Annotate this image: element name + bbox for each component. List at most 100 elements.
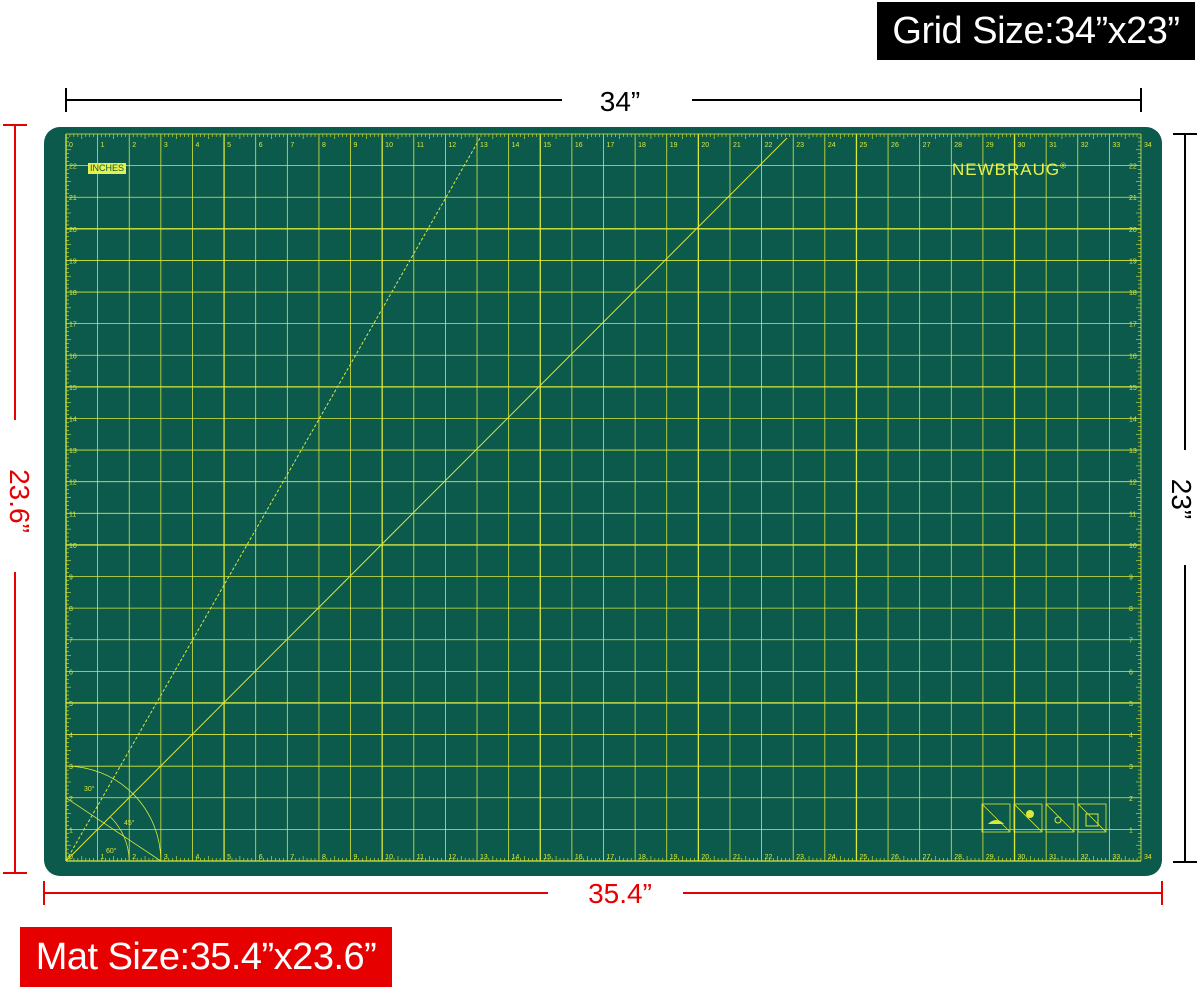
ruler-number-left: 12	[69, 480, 77, 487]
ruler-number-left: 10	[69, 543, 77, 550]
ruler-number-left: 1	[69, 827, 73, 834]
ruler-number-top: 20	[701, 142, 709, 149]
ruler-number-right: 16	[1129, 353, 1137, 360]
ruler-number-top: 19	[670, 142, 678, 149]
ruler-number-left: 20	[69, 227, 77, 234]
ruler-number-top: 15	[543, 142, 551, 149]
ruler-number-bottom: 15	[543, 854, 551, 861]
ruler-number-bottom: 11	[417, 854, 424, 861]
ruler-number-right: 13	[1129, 448, 1137, 455]
mat-board	[44, 127, 1162, 876]
ruler-number-bottom: 28	[954, 854, 962, 861]
ruler-number-top: 31	[1049, 142, 1057, 149]
ruler-number-top: 6	[259, 142, 263, 149]
ruler-number-bottom: 23	[796, 854, 804, 861]
ruler-number-bottom: 2	[132, 854, 136, 861]
ruler-number-top: 29	[986, 142, 994, 149]
ruler-number-right: 17	[1129, 322, 1137, 329]
ruler-number-bottom: 24	[828, 854, 836, 861]
ruler-number-top: 16	[575, 142, 583, 149]
ruler-number-top: 30	[1018, 142, 1026, 149]
ruler-number-top: 34	[1144, 142, 1152, 149]
ruler-number-top: 27	[923, 142, 931, 149]
ruler-number-top: 18	[638, 142, 646, 149]
ruler-number-right: 8	[1129, 606, 1133, 613]
ruler-number-right: 5	[1129, 701, 1133, 708]
cutting-mat-illustration: 0011223344556677889910101111121213131414…	[3, 88, 1197, 905]
icon-shape	[1026, 810, 1034, 818]
mat-size-badge: Mat Size:35.4”x23.6”	[20, 927, 392, 987]
ruler-number-right: 12	[1129, 480, 1137, 487]
ruler-number-top: 26	[891, 142, 899, 149]
ruler-number-bottom: 27	[923, 854, 931, 861]
ruler-number-bottom: 16	[575, 854, 583, 861]
ruler-number-bottom: 21	[733, 854, 741, 861]
ruler-number-right: 19	[1129, 258, 1137, 265]
ruler-number-bottom: 4	[195, 854, 199, 861]
ruler-number-right: 4	[1129, 733, 1133, 740]
ruler-number-left: 7	[69, 638, 73, 645]
ruler-number-right: 11	[1129, 511, 1136, 518]
ruler-number-top: 25	[859, 142, 867, 149]
ruler-number-left: 21	[69, 195, 77, 202]
ruler-number-left: 3	[69, 764, 73, 771]
ruler-number-left: 17	[69, 322, 77, 329]
ruler-number-bottom: 19	[670, 854, 678, 861]
ruler-number-top: 8	[322, 142, 326, 149]
ruler-number-top: 21	[733, 142, 741, 149]
angle-label: 30°	[84, 785, 95, 793]
ruler-number-bottom: 18	[638, 854, 646, 861]
ruler-number-right: 22	[1129, 164, 1137, 171]
ruler-number-right: 2	[1129, 796, 1133, 803]
ruler-number-right: 10	[1129, 543, 1137, 550]
angle-label: 60°	[106, 847, 117, 855]
ruler-number-bottom: 32	[1081, 854, 1089, 861]
mat-width-label: 35.4”	[588, 878, 652, 909]
ruler-number-right: 1	[1129, 827, 1133, 834]
ruler-number-top: 33	[1112, 142, 1120, 149]
ruler-number-bottom: 1	[101, 854, 105, 861]
ruler-number-left: 19	[69, 258, 77, 265]
mat-height-label: 23.6”	[4, 469, 35, 533]
ruler-number-top: 28	[954, 142, 962, 149]
brand-name: NEWBRAUG	[952, 160, 1061, 179]
ruler-number-bottom: 25	[859, 854, 867, 861]
ruler-number-left: 18	[69, 290, 77, 297]
ruler-number-left: 4	[69, 733, 73, 740]
ruler-number-left: 15	[69, 385, 77, 392]
ruler-number-top: 17	[607, 142, 615, 149]
ruler-number-bottom: 26	[891, 854, 899, 861]
ruler-number-left: 9	[69, 575, 73, 582]
ruler-number-left: 5	[69, 701, 73, 708]
ruler-number-right: 6	[1129, 669, 1133, 676]
ruler-number-bottom: 29	[986, 854, 994, 861]
ruler-number-bottom: 30	[1018, 854, 1026, 861]
ruler-number-left: 22	[69, 164, 77, 171]
ruler-number-bottom: 5	[227, 854, 231, 861]
ruler-number-bottom: 34	[1144, 854, 1152, 861]
ruler-number-right: 3	[1129, 764, 1133, 771]
brand-logo: NEWBRAUG®	[952, 160, 1067, 180]
ruler-number-bottom: 20	[701, 854, 709, 861]
ruler-number-left: 13	[69, 448, 77, 455]
ruler-number-right: 15	[1129, 385, 1137, 392]
ruler-number-right: 20	[1129, 227, 1137, 234]
ruler-number-bottom: 7	[290, 854, 294, 861]
ruler-number-right: 21	[1129, 195, 1137, 202]
ruler-number-top: 11	[417, 142, 424, 149]
ruler-number-left: 16	[69, 353, 77, 360]
ruler-number-bottom: 10	[385, 854, 393, 861]
ruler-number-left: 14	[69, 416, 77, 423]
ruler-number-top: 9	[354, 142, 358, 149]
ruler-number-top: 13	[480, 142, 488, 149]
ruler-number-left: 8	[69, 606, 73, 613]
ruler-number-left: 11	[69, 511, 76, 518]
unit-label: INCHES	[88, 163, 127, 174]
grid-width-label: 34”	[599, 86, 641, 117]
ruler-number-bottom: 31	[1049, 854, 1057, 861]
ruler-number-bottom: 3	[164, 854, 168, 861]
ruler-number-top: 10	[385, 142, 393, 149]
ruler-number-top: 1	[101, 142, 105, 149]
ruler-number-right: 18	[1129, 290, 1137, 297]
ruler-number-right: 14	[1129, 416, 1137, 423]
